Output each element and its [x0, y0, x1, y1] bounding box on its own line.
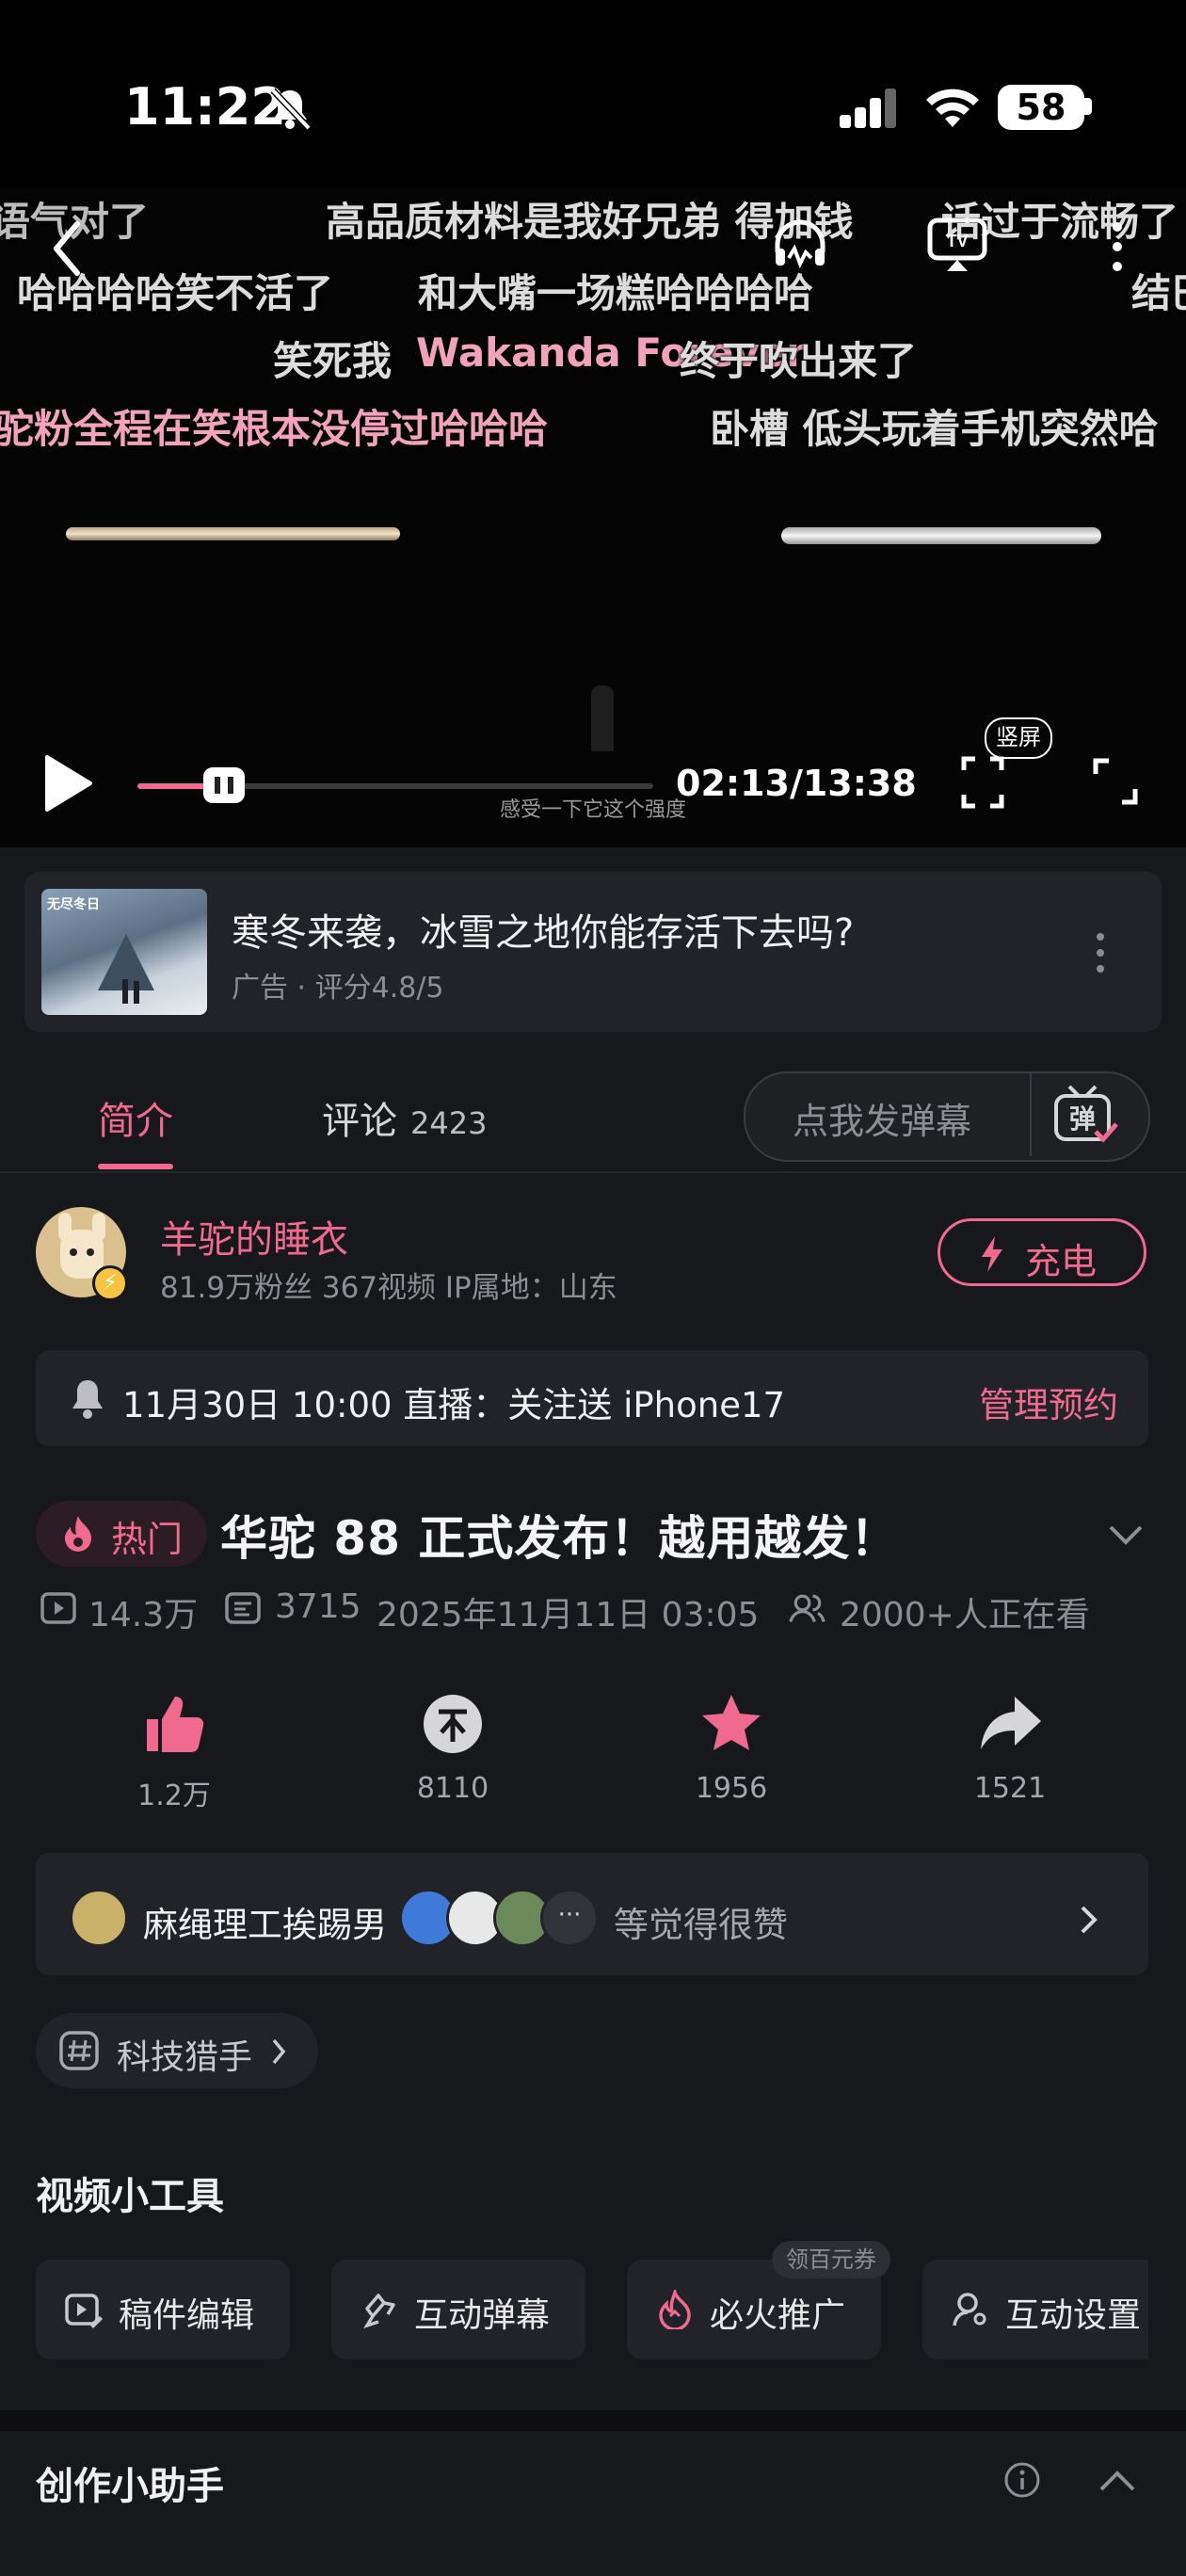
tool-label: 互动设置: [1005, 2296, 1142, 2335]
bell-icon: [72, 1380, 103, 1419]
comments-count: 2423: [410, 1105, 488, 1141]
video-time: 02:13/13:38: [676, 763, 917, 804]
fullscreen-icon[interactable]: [1092, 757, 1139, 806]
vertical-fullscreen-icon[interactable]: [960, 755, 1005, 810]
lightning-icon: [982, 1236, 1002, 1272]
creator-assistant-heading: 创作小助手: [36, 2465, 224, 2508]
section-separator: [0, 2410, 1186, 2431]
progress-thumb[interactable]: [203, 767, 246, 803]
flame-icon: [65, 1516, 91, 1552]
presenter-figure: [591, 685, 614, 751]
ad-title[interactable]: 寒冬来袭，冰雪之地你能存活下去吗?: [232, 902, 854, 957]
ad-thumbnail[interactable]: 无尽冬日: [41, 889, 207, 1015]
coin-count: 8110: [416, 1772, 489, 1805]
more-options-icon[interactable]: [1111, 220, 1124, 273]
tool-edit-button[interactable]: 稿件编辑: [36, 2260, 290, 2359]
interaction-settings-icon: [953, 2293, 986, 2326]
tab-intro[interactable]: 简介: [98, 1090, 173, 1145]
coin-icon[interactable]: [420, 1691, 486, 1757]
danmaku-item: 结巴: [1131, 270, 1186, 316]
collapse-chevron-icon[interactable]: [1098, 2469, 1137, 2493]
tabs-divider: [0, 1171, 1186, 1173]
danmaku-item: 终于吹出来了: [680, 338, 918, 384]
uploader-name[interactable]: 羊驼的睡衣: [160, 1209, 348, 1264]
watching-people-icon: [789, 1594, 825, 1623]
phone-side-silver: [781, 527, 1101, 544]
topic-label[interactable]: 科技猎手: [117, 2030, 252, 2079]
like-count: 1.2万: [137, 1779, 211, 1812]
ad-thumbnail-logo: 无尽冬日: [47, 897, 100, 912]
liker-avatar: [70, 1889, 128, 1947]
view-count: 14.3万: [88, 1596, 199, 1634]
manage-reservation-link[interactable]: 管理预约: [979, 1377, 1118, 1427]
hashtag-icon: [59, 2031, 99, 2070]
interactive-danmaku-icon: [363, 2294, 395, 2329]
share-icon[interactable]: [977, 1691, 1043, 1757]
danmaku-placeholder[interactable]: 点我发弹幕: [793, 1092, 971, 1144]
danmaku-item: 卧槽 低头玩着手机突然哈: [710, 406, 1159, 452]
danmaku-item: 驼粉全程在笑根本没停过哈哈哈: [0, 406, 549, 452]
hot-label: 热门: [111, 1519, 184, 1560]
cellular-signal-icon: [840, 87, 896, 128]
video-title: 华驼 88 正式发布！越用越发！: [220, 1511, 899, 1566]
favorite-star-icon[interactable]: [698, 1691, 764, 1757]
edit-video-icon: [65, 2294, 103, 2328]
ad-subtitle: 广告 · 评分4.8/5: [232, 972, 444, 1005]
share-count: 1521: [973, 1772, 1047, 1805]
danmaku-count-icon: [225, 1592, 261, 1624]
tab-comments[interactable]: 评论 2423: [322, 1090, 487, 1145]
verified-badge-icon: ⚡: [92, 1265, 128, 1301]
video-tools-heading: 视频小工具: [36, 2175, 224, 2218]
info-icon[interactable]: [1003, 2461, 1041, 2499]
expand-chevron-icon[interactable]: [1107, 1523, 1145, 1548]
tool-label: 互动弹幕: [414, 2296, 551, 2335]
svg-text:TV: TV: [946, 232, 968, 250]
tool-label: 必火推广: [710, 2296, 846, 2335]
tool-settings-button[interactable]: 互动设置: [922, 2260, 1148, 2359]
watching-count: 2000+人正在看: [840, 1596, 1090, 1634]
silent-bell-icon: [270, 88, 312, 131]
chevron-right-icon: [272, 2038, 286, 2065]
back-icon[interactable]: [49, 218, 83, 279]
favorite-count: 1956: [695, 1772, 768, 1805]
danmaku-item: 笑死我: [273, 338, 393, 384]
battery-indicator: 58: [998, 85, 1084, 130]
tab-active-indicator: [98, 1164, 173, 1169]
play-icon[interactable]: [41, 753, 94, 813]
wifi-icon: [926, 89, 979, 127]
charge-label: 充电: [1025, 1241, 1098, 1282]
more-likers-icon: ···: [540, 1889, 599, 1947]
uploader-stats: 81.9万粉丝 367视频 IP属地：山东: [160, 1271, 617, 1305]
danmaku-toggle-icon[interactable]: 弹: [1052, 1083, 1120, 1147]
tab-comments-label: 评论: [322, 1100, 397, 1143]
liker-name: 麻绳理工挨踢男: [143, 1905, 387, 1945]
publish-datetime: 2025年11月11日 03:05: [377, 1596, 760, 1634]
phone-side-gold: [66, 527, 400, 540]
tv-cast-icon[interactable]: TV: [926, 215, 988, 275]
like-icon[interactable]: [141, 1691, 207, 1757]
status-time: 11:22: [124, 77, 286, 137]
vertical-screen-label: 竖屏: [985, 717, 1052, 759]
chevron-right-icon[interactable]: [1079, 1904, 1099, 1936]
live-text: 11月30日 10:00 直播：关注送 iPhone17: [122, 1385, 786, 1425]
danmaku-item: 和大嘴一场糕哈哈哈哈: [418, 270, 814, 316]
tool-label: 稿件编辑: [119, 2296, 255, 2335]
coupon-badge: 领百元券: [772, 2241, 890, 2278]
svg-text:弹: 弹: [1069, 1103, 1096, 1135]
listen-mode-icon[interactable]: [770, 215, 830, 275]
charge-button[interactable]: 充电: [938, 1218, 1146, 1286]
fire-promote-icon: [659, 2290, 691, 2329]
likers-suffix: 等觉得很赞: [614, 1905, 788, 1945]
play-count-icon: [40, 1592, 76, 1624]
ad-more-icon[interactable]: [1096, 932, 1105, 974]
tool-interactive-danmaku-button[interactable]: 互动弹幕: [331, 2260, 585, 2359]
battery-tip: [1084, 98, 1092, 115]
video-subtitle: 感受一下它这个强度: [499, 798, 686, 822]
danmaku-count: 3715: [275, 1587, 361, 1626]
danmaku-divider: [1030, 1073, 1032, 1156]
